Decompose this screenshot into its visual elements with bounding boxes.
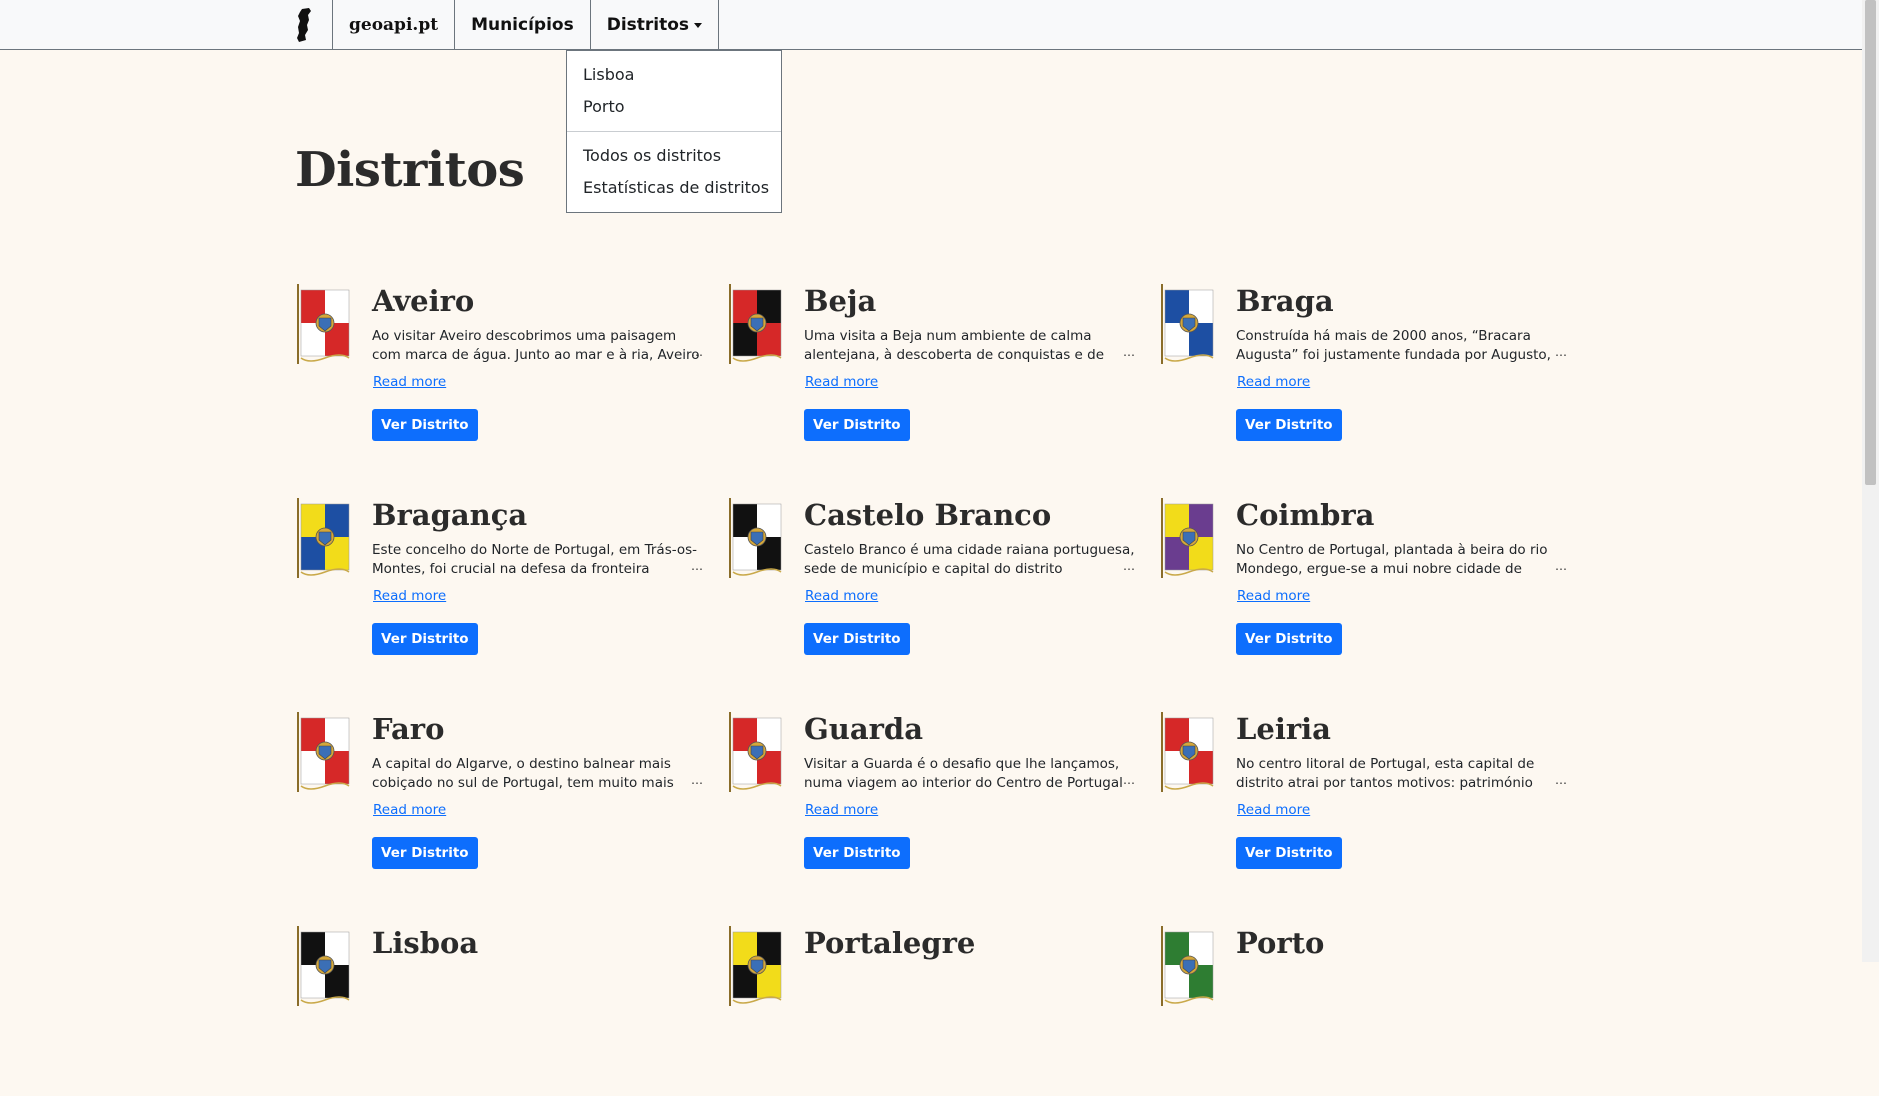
read-more-link[interactable]: Read more: [1237, 374, 1310, 390]
nav-distritos-label: Distritos: [606, 15, 690, 35]
read-more-link[interactable]: Read more: [805, 802, 878, 818]
ellipsis-icon: …: [691, 345, 703, 359]
read-more-link[interactable]: Read more: [373, 374, 446, 390]
ellipsis-icon: …: [1555, 345, 1567, 359]
ver-distrito-button[interactable]: Ver Distrito: [372, 837, 478, 869]
distrito-name: Leiria: [1236, 712, 1331, 746]
page-title: Distritos: [295, 142, 525, 198]
ver-distrito-button[interactable]: Ver Distrito: [1236, 837, 1342, 869]
ver-distrito-button[interactable]: Ver Distrito: [372, 409, 478, 441]
distrito-card: Portalegre: [727, 926, 1137, 1096]
leiria-flag-icon: [1161, 712, 1214, 792]
ellipsis-icon: …: [1123, 773, 1135, 787]
ver-distrito-button[interactable]: Ver Distrito: [804, 409, 910, 441]
ver-distrito-button[interactable]: Ver Distrito: [372, 623, 478, 655]
beja-flag-icon: [729, 284, 782, 364]
distrito-name: Faro: [372, 712, 445, 746]
read-more-link[interactable]: Read more: [1237, 588, 1310, 604]
distrito-description: Castelo Branco é uma cidade raiana portu…: [804, 542, 1135, 577]
read-more-link[interactable]: Read more: [805, 588, 878, 604]
distrito-name: Braga: [1236, 284, 1334, 318]
nav-municipios[interactable]: Municípios: [455, 0, 591, 50]
ellipsis-icon: …: [1555, 773, 1567, 787]
distrito-card: Aveiro Ao visitar Aveiro descobrimos uma …: [295, 284, 705, 454]
ellipsis-icon: …: [1555, 559, 1567, 573]
distrito-name: Castelo Branco: [804, 498, 1052, 532]
read-more-link[interactable]: Read more: [805, 374, 878, 390]
scrollbar-thumb[interactable]: [1865, 0, 1876, 485]
distrito-name: Lisboa: [372, 926, 479, 960]
distrito-card: Porto: [1159, 926, 1569, 1096]
distritos-dropdown-menu: Lisboa Porto Todos os distritos Estatíst…: [566, 50, 782, 213]
nav-links: geoapi.pt Municípios Distritos: [276, 0, 720, 50]
ver-distrito-button[interactable]: Ver Distrito: [804, 623, 910, 655]
distrito-name: Guarda: [804, 712, 923, 746]
braga-flag-icon: [1161, 284, 1214, 364]
distrito-description: Visitar a Guarda é o desafio que lhe lan…: [804, 756, 1123, 791]
faro-flag-icon: [297, 712, 350, 792]
lisboa-flag-icon: [297, 926, 350, 1006]
dropdown-item-porto[interactable]: Porto: [583, 97, 625, 116]
top-navbar: geoapi.pt Municípios Distritos: [0, 0, 1862, 50]
distrito-name: Portalegre: [804, 926, 976, 960]
ellipsis-icon: …: [691, 559, 703, 573]
distrito-card: Bragança Este concelho do Norte de Portug…: [295, 498, 705, 668]
distrito-card: Lisboa: [295, 926, 705, 1096]
read-more-link[interactable]: Read more: [373, 802, 446, 818]
distrito-card: Guarda Visitar a Guarda é o desafio que l…: [727, 712, 1137, 882]
distrito-card: Castelo Branco Castelo Branco é uma cidad…: [727, 498, 1137, 668]
nav-distritos-dropdown[interactable]: Distritos: [591, 0, 720, 50]
distrito-description: No centro litoral de Portugal, esta capi…: [1236, 756, 1535, 791]
distrito-description: Ao visitar Aveiro descobrimos uma paisag…: [372, 328, 700, 367]
portalegre-flag-icon: [729, 926, 782, 1006]
distrito-name: Beja: [804, 284, 877, 318]
distrito-description: Uma visita a Beja num ambiente de calma …: [804, 328, 1105, 363]
braganca-flag-icon: [297, 498, 350, 578]
ellipsis-icon: …: [1123, 345, 1135, 359]
distrito-name: Aveiro: [372, 284, 475, 318]
castelo-branco-flag-icon: [729, 498, 782, 578]
dropdown-item-lisboa[interactable]: Lisboa: [583, 65, 634, 84]
brand-link[interactable]: geoapi.pt: [333, 0, 456, 50]
read-more-link[interactable]: Read more: [1237, 802, 1310, 818]
dropdown-item-todos-os-distritos[interactable]: Todos os distritos: [583, 146, 721, 165]
dropdown-divider: [567, 131, 781, 132]
distrito-card: Braga Construída há mais de 2000 anos, “B…: [1159, 284, 1569, 454]
distrito-name: Bragança: [372, 498, 528, 532]
distrito-name: Coimbra: [1236, 498, 1375, 532]
distrito-card: Faro A capital do Algarve, o destino baln…: [295, 712, 705, 882]
ellipsis-icon: …: [691, 773, 703, 787]
caret-down-icon: [694, 22, 703, 28]
distrito-description: No Centro de Portugal, plantada à beira …: [1236, 542, 1548, 577]
read-more-link[interactable]: Read more: [373, 588, 446, 604]
distrito-card: Beja Uma visita a Beja num ambiente de ca…: [727, 284, 1137, 454]
distrito-description: A capital do Algarve, o destino balnear …: [372, 756, 674, 795]
ellipsis-icon: …: [1123, 559, 1135, 573]
coimbra-flag-icon: [1161, 498, 1214, 578]
aveiro-flag-icon: [297, 284, 350, 364]
porto-flag-icon: [1161, 926, 1214, 1006]
ver-distrito-button[interactable]: Ver Distrito: [804, 837, 910, 869]
ver-distrito-button[interactable]: Ver Distrito: [1236, 623, 1342, 655]
distrito-name: Porto: [1236, 926, 1325, 960]
distrito-card: Coimbra No Centro de Portugal, plantada à…: [1159, 498, 1569, 668]
portugal-map-logo-icon[interactable]: [276, 0, 333, 50]
guarda-flag-icon: [729, 712, 782, 792]
distrito-description: Este concelho do Norte de Portugal, em T…: [372, 542, 698, 577]
page-scrollbar[interactable]: [1862, 0, 1879, 962]
distrito-card: Leiria No centro litoral de Portugal, est…: [1159, 712, 1569, 882]
dropdown-item-estatisticas[interactable]: Estatísticas de distritos: [583, 178, 769, 197]
distrito-description: Construída há mais de 2000 anos, “Bracar…: [1236, 328, 1551, 363]
ver-distrito-button[interactable]: Ver Distrito: [1236, 409, 1342, 441]
